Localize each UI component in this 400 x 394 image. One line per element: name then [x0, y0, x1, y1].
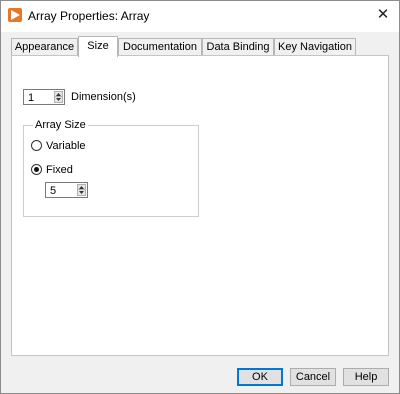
tab-key-navigation[interactable]: Key Navigation — [274, 38, 356, 55]
dimensions-value: 1 — [28, 92, 35, 104]
tab-label: Size — [87, 40, 109, 52]
fixed-radio[interactable] — [31, 164, 42, 175]
fixed-size-value: 5 — [50, 185, 57, 197]
fixed-label[interactable]: Fixed — [46, 164, 73, 176]
array-size-legend: Array Size — [33, 119, 88, 131]
tab-appearance[interactable]: Appearance — [11, 38, 78, 55]
fixed-size-stepper[interactable]: 5 — [45, 182, 88, 198]
tab-size[interactable]: Size — [78, 36, 118, 57]
tab-label: Data Binding — [206, 41, 270, 53]
stepper-arrows — [54, 91, 63, 103]
help-button[interactable]: Help — [343, 368, 389, 386]
variable-radio[interactable] — [31, 140, 42, 151]
decrement-arrow-icon[interactable] — [77, 189, 86, 196]
window-title: Array Properties: Array — [28, 9, 150, 23]
tab-bar: Appearance Size Documentation Data Bindi… — [11, 36, 391, 57]
tab-label: Documentation — [123, 41, 197, 53]
labview-play-icon — [8, 8, 22, 22]
decrement-arrow-icon[interactable] — [54, 96, 63, 103]
ok-button[interactable]: OK — [237, 368, 283, 386]
dimensions-label: Dimension(s) — [71, 91, 136, 103]
radio-selected-dot — [34, 167, 39, 172]
stepper-arrows — [77, 184, 86, 196]
tab-documentation[interactable]: Documentation — [118, 38, 202, 55]
properties-dialog: Array Properties: Array ✕ Appearance Siz… — [0, 0, 400, 394]
tab-label: Appearance — [14, 41, 75, 53]
close-icon[interactable]: ✕ — [367, 1, 399, 32]
tab-data-binding[interactable]: Data Binding — [202, 38, 274, 55]
cancel-button[interactable]: Cancel — [290, 368, 336, 386]
dimensions-stepper[interactable]: 1 — [23, 89, 65, 105]
variable-label[interactable]: Variable — [46, 140, 86, 152]
title-bar: Array Properties: Array ✕ — [1, 1, 399, 32]
tab-label: Key Navigation — [278, 41, 352, 53]
